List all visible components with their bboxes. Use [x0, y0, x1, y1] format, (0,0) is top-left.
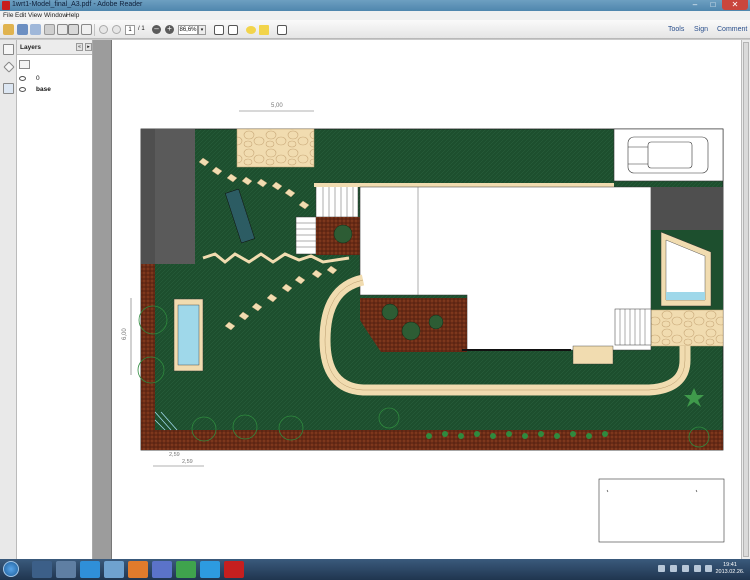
menu-bar: File Edit View Window Help: [0, 11, 750, 20]
minimize-button[interactable]: –: [686, 0, 704, 10]
network-icon[interactable]: [694, 565, 701, 572]
page-number-input[interactable]: 1: [125, 25, 135, 35]
soil-border-south: [141, 430, 723, 450]
layers-panel-header: Layers « ▸: [17, 40, 92, 55]
tray-icon[interactable]: [682, 565, 689, 572]
clock-time: 19:41: [723, 562, 737, 568]
title-bar: 1wrt1-Model_final_A3.pdf - Adobe Reader …: [0, 0, 750, 11]
title-block: [598, 478, 725, 543]
maximize-button[interactable]: □: [704, 0, 722, 10]
volume-icon[interactable]: [705, 565, 712, 572]
menu-window[interactable]: Window: [44, 12, 67, 19]
open-file-icon[interactable]: [17, 24, 28, 35]
print-icon-2[interactable]: [68, 24, 79, 35]
stone-paving-east: [650, 309, 724, 347]
print-icon[interactable]: [57, 24, 68, 35]
navigation-rail: [0, 40, 17, 559]
layer-label: base: [36, 86, 51, 93]
email-icon[interactable]: [81, 24, 92, 35]
scrollbar-thumb[interactable]: [743, 42, 749, 557]
zoom-dropdown-icon[interactable]: ▾: [198, 25, 206, 35]
zoom-input[interactable]: 86,6%: [178, 25, 198, 35]
page-total: / 1: [138, 26, 145, 32]
terrace-edge-top: [314, 183, 614, 187]
gravel-strip-west-inner: [155, 129, 195, 264]
tray-icon[interactable]: [658, 565, 665, 572]
layer-row[interactable]: 0: [19, 75, 89, 84]
eye-icon[interactable]: [19, 76, 26, 81]
layers-icon[interactable]: [3, 83, 14, 94]
previous-page-icon[interactable]: [99, 25, 108, 34]
torrent-taskbar-icon[interactable]: [176, 561, 196, 578]
shrub: [381, 303, 399, 321]
stairs-upper: [315, 182, 359, 218]
zoom-in-button[interactable]: +: [165, 25, 174, 34]
layers-panel-title: Layers: [20, 44, 41, 51]
vertical-scrollbar[interactable]: [741, 40, 750, 559]
read-mode-icon[interactable]: [277, 25, 287, 35]
tray-icon[interactable]: [670, 565, 677, 572]
internet-explorer-taskbar-icon[interactable]: [80, 561, 100, 578]
system-clock[interactable]: 19:41 2013.02.26.: [714, 562, 746, 576]
shrub: [401, 321, 421, 341]
layer-options-icon[interactable]: [19, 60, 30, 69]
taskbar: 19:41 2013.02.26.: [0, 559, 750, 580]
layer-row[interactable]: base: [19, 86, 89, 95]
menu-edit[interactable]: Edit: [15, 12, 26, 19]
save-app-taskbar-icon[interactable]: [152, 561, 172, 578]
explorer-taskbar-icon[interactable]: [32, 561, 52, 578]
firefox-taskbar-icon[interactable]: [128, 561, 148, 578]
adobe-reader-taskbar-icon[interactable]: [224, 561, 244, 578]
adobe-reader-icon: [2, 1, 10, 10]
create-pdf-icon[interactable]: [3, 24, 14, 35]
menu-help[interactable]: Help: [66, 12, 79, 19]
stairs-east: [614, 308, 652, 346]
close-button[interactable]: ✕: [722, 0, 748, 10]
cloud-upload-icon[interactable]: [30, 24, 41, 35]
dimension-label-bottom-a: 2,59: [169, 452, 180, 458]
eye-icon[interactable]: [19, 87, 26, 92]
page-thumbnails-icon[interactable]: [3, 44, 14, 55]
comment-button[interactable]: Comment: [717, 26, 747, 33]
highlight-icon[interactable]: [259, 25, 269, 35]
skype-taskbar-icon[interactable]: [200, 561, 220, 578]
dimension-label-bottom-b: 2,59: [182, 459, 193, 465]
fit-page-icon[interactable]: [214, 25, 224, 35]
collapse-panel-button[interactable]: «: [76, 43, 83, 51]
dimension-label-left: 6,00: [122, 328, 128, 340]
toolbar-separator: [94, 24, 95, 36]
dimension-label-top: 5,00: [271, 103, 283, 109]
layers-panel: Layers « ▸ 0 base: [17, 40, 93, 559]
stone-paving-top: [236, 128, 315, 168]
clock-date: 2013.02.26.: [715, 569, 745, 575]
layer-label: 0: [36, 75, 40, 82]
stairs-side: [295, 216, 317, 255]
reflecting-pool-water: [666, 292, 705, 300]
garden-plan-drawing: 5,00 6,00 2,59 2,59: [122, 103, 725, 543]
tools-button[interactable]: Tools: [668, 26, 684, 33]
window-title: 1wrt1-Model_final_A3.pdf - Adobe Reader: [12, 1, 143, 8]
zoom-out-button[interactable]: –: [152, 25, 161, 34]
folder-taskbar-icon[interactable]: [104, 561, 124, 578]
shrub: [428, 314, 444, 330]
save-icon[interactable]: [44, 24, 55, 35]
start-button-icon[interactable]: [3, 561, 19, 577]
sign-button[interactable]: Sign: [694, 26, 708, 33]
fit-width-icon[interactable]: [228, 25, 238, 35]
panel-menu-button[interactable]: ▸: [85, 43, 92, 51]
pool-water: [177, 304, 200, 366]
menu-view[interactable]: View: [28, 12, 42, 19]
small-terrace: [572, 345, 614, 365]
shrub: [333, 224, 353, 244]
sticky-note-icon[interactable]: [246, 26, 256, 34]
next-page-icon[interactable]: [112, 25, 121, 34]
attachments-icon[interactable]: [3, 61, 15, 73]
media-player-taskbar-icon[interactable]: [56, 561, 76, 578]
menu-file[interactable]: File: [3, 12, 13, 19]
toolbar: 1 / 1 – + 86,6% ▾ Tools Sign Comment: [0, 20, 750, 39]
